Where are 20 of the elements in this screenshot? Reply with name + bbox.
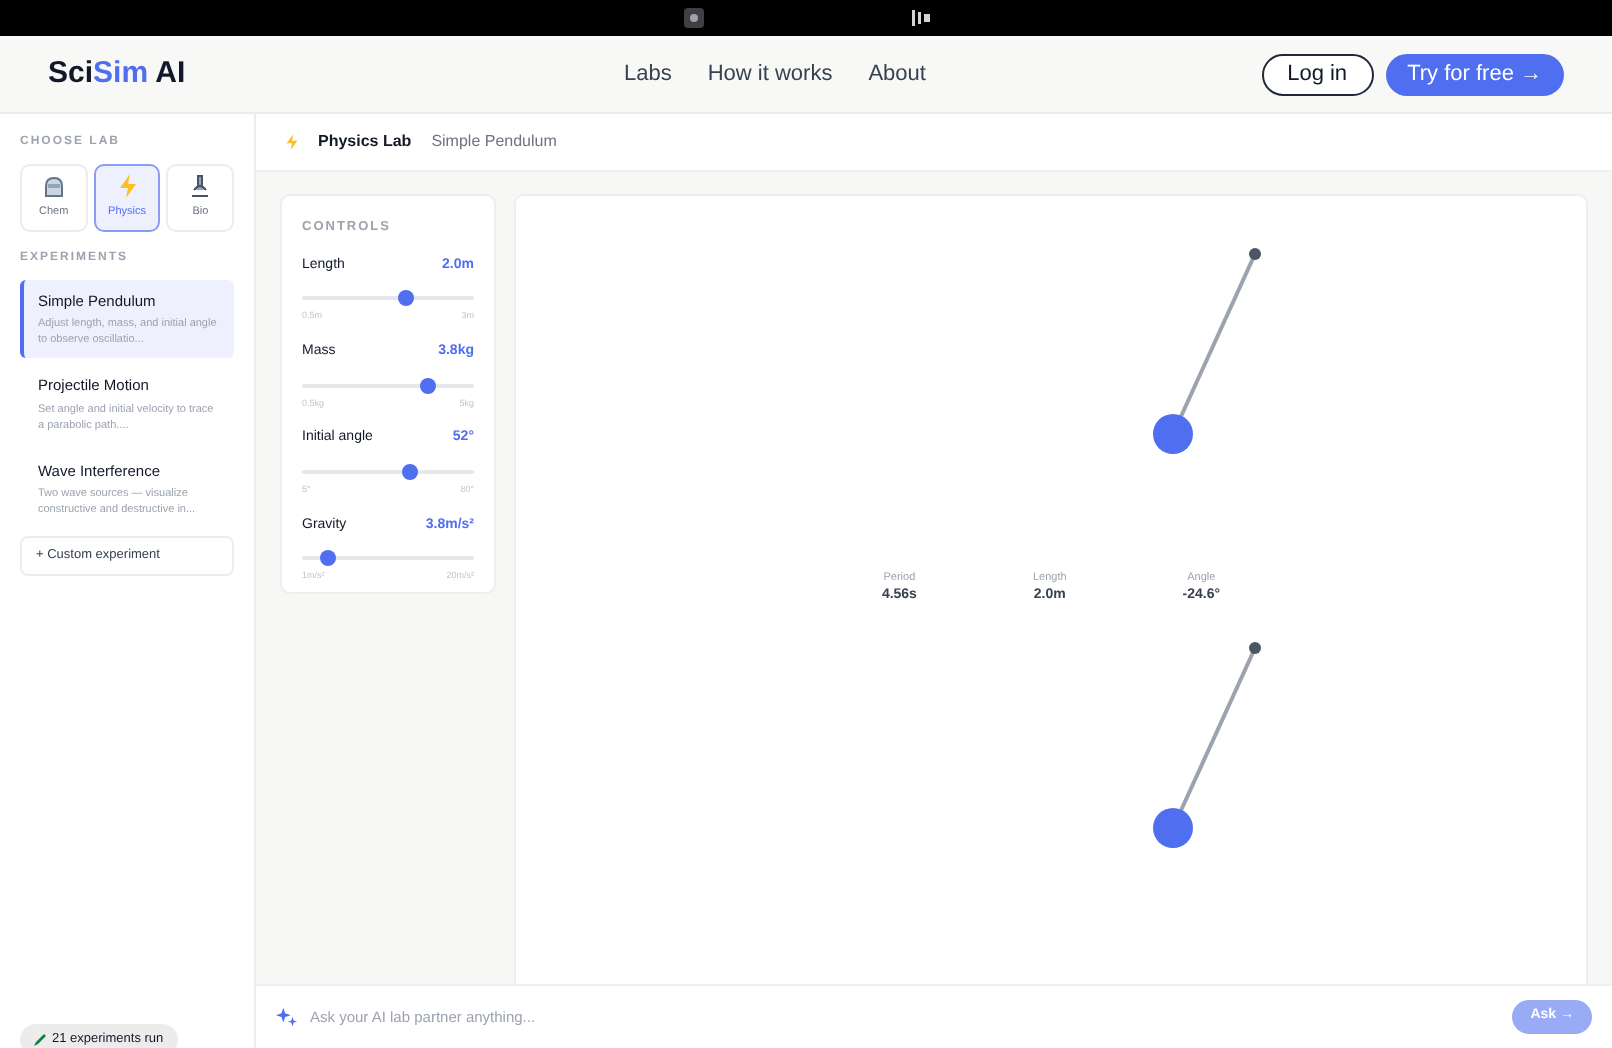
nav-link[interactable]: About bbox=[868, 57, 926, 91]
lab-title: Physics Lab bbox=[318, 130, 412, 154]
app-icon bbox=[683, 8, 703, 28]
nav-link[interactable]: Labs bbox=[624, 57, 672, 91]
pencil-icon bbox=[34, 1034, 46, 1046]
microscope-icon bbox=[188, 174, 213, 199]
login-button[interactable]: Log in bbox=[1261, 53, 1374, 95]
sparkle-icon bbox=[276, 1006, 298, 1028]
slider-thumb[interactable] bbox=[402, 463, 419, 480]
lightning-icon bbox=[284, 132, 300, 152]
slider-thumb[interactable] bbox=[319, 550, 336, 566]
nav-link[interactable]: How it works bbox=[707, 57, 833, 91]
audio-bars-icon bbox=[911, 10, 929, 26]
slider-thumb[interactable] bbox=[397, 290, 414, 307]
try-free-button[interactable]: Try for free → bbox=[1385, 53, 1564, 95]
lightning-icon bbox=[115, 174, 139, 199]
experiment-name: Simple Pendulum bbox=[431, 130, 557, 154]
slider-thumb[interactable] bbox=[419, 377, 436, 393]
flask-icon bbox=[41, 174, 66, 199]
logo[interactable]: SciSim AI bbox=[48, 51, 568, 97]
